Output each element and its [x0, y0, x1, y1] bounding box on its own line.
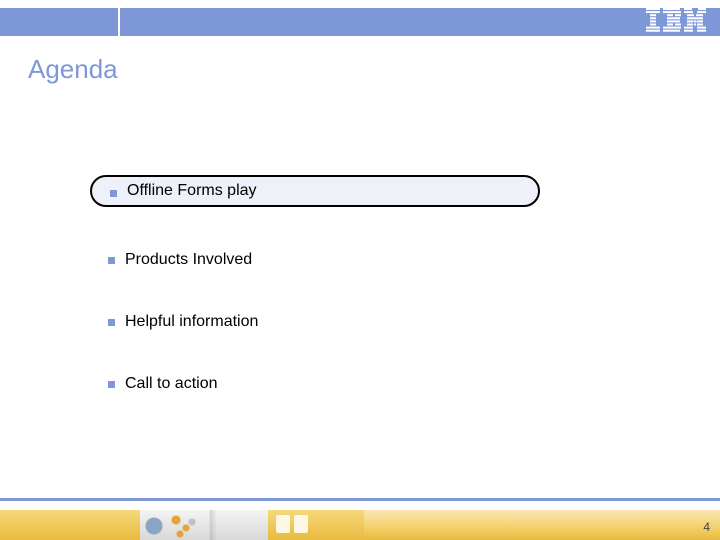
ibm-logo: [646, 8, 706, 32]
footer-segment: [268, 510, 364, 540]
footer-strip: [0, 510, 720, 540]
header-band: [0, 0, 720, 36]
bullet-icon: [108, 257, 115, 264]
agenda-item-highlighted: Offline Forms play: [90, 175, 540, 207]
footer: 4: [0, 498, 720, 540]
header-divider: [118, 8, 120, 36]
agenda-list: Offline Forms play Products Involved Hel…: [0, 85, 720, 393]
page-number: 4: [703, 520, 710, 534]
footer-rule: [0, 498, 720, 501]
bullet-icon: [108, 381, 115, 388]
bullet-icon: [110, 190, 117, 197]
agenda-item-label: Offline Forms play: [127, 182, 257, 200]
footer-graphic-icon: [140, 510, 268, 540]
agenda-item-label: Helpful information: [125, 313, 258, 331]
agenda-item: Helpful information: [90, 313, 720, 331]
footer-segment: [140, 510, 268, 540]
page-title: Agenda: [0, 36, 720, 85]
bullet-icon: [108, 319, 115, 326]
agenda-item: Products Involved: [90, 251, 720, 269]
agenda-item: Call to action: [90, 375, 720, 393]
agenda-item-label: Products Involved: [125, 251, 252, 269]
footer-segment: [0, 510, 140, 540]
agenda-item-label: Call to action: [125, 375, 218, 393]
footer-segment: [364, 510, 720, 540]
